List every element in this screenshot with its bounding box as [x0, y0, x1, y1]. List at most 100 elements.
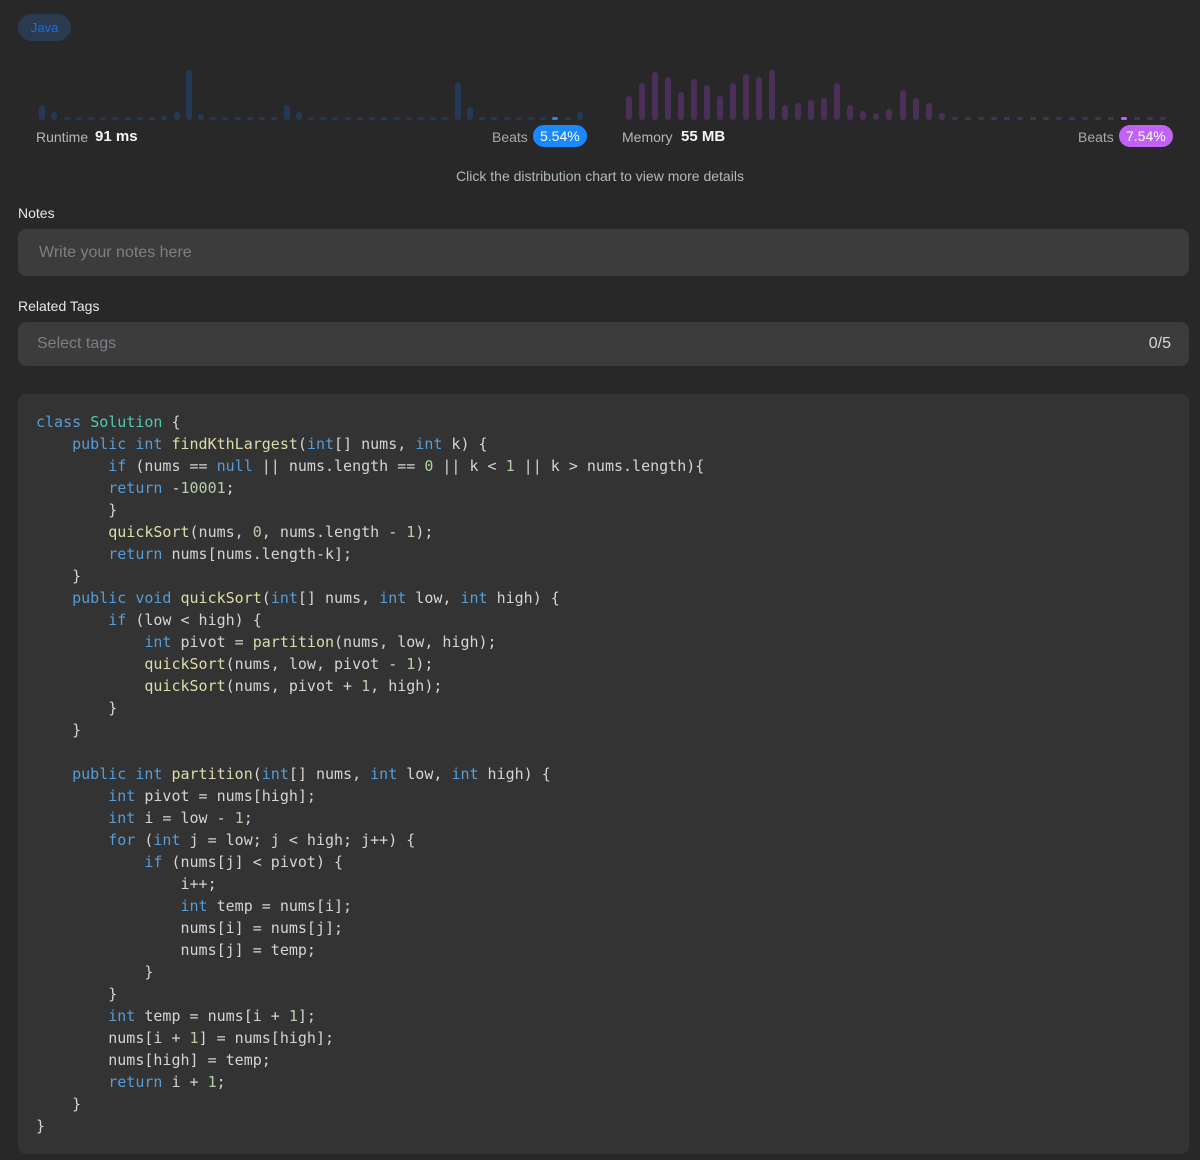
runtime-value: 91 ms: [95, 128, 138, 145]
histogram-bar: [516, 117, 522, 120]
language-badge[interactable]: Java: [18, 14, 71, 41]
histogram-bar: [1004, 117, 1010, 120]
histogram-bar: [577, 112, 583, 120]
histogram-bar: [665, 77, 671, 120]
histogram-bar: [528, 117, 534, 120]
histogram-bar: [112, 117, 118, 120]
histogram-bar: [991, 117, 997, 120]
runtime-distribution-chart[interactable]: [36, 60, 586, 120]
histogram-bar: [1108, 117, 1114, 120]
histogram-bar: [691, 79, 697, 120]
histogram-bar: [952, 117, 958, 120]
histogram-bar: [479, 117, 485, 120]
histogram-bar: [834, 83, 840, 120]
histogram-bar: [821, 98, 827, 120]
tags-count: 0/5: [1148, 335, 1171, 352]
histogram-bar: [730, 83, 736, 120]
histogram-bar: [222, 117, 228, 120]
histogram-bar: [418, 117, 424, 120]
histogram-bar: [369, 117, 375, 120]
histogram-bar: [210, 117, 216, 120]
histogram-bar: [886, 109, 892, 120]
histogram-bar: [965, 117, 971, 120]
histogram-bar: [1095, 117, 1101, 120]
histogram-bar: [1134, 117, 1140, 120]
histogram-bar: [1069, 117, 1075, 120]
histogram-bar: [769, 70, 775, 120]
histogram-bar: [100, 117, 106, 120]
histogram-bar: [345, 117, 351, 120]
histogram-bar: [626, 96, 632, 120]
histogram-bar: [717, 96, 723, 120]
histogram-bar: [271, 117, 277, 120]
histogram-bar: [247, 117, 253, 120]
code-viewer[interactable]: class Solution { public int findKthLarge…: [18, 394, 1189, 1154]
histogram-bar: [198, 114, 204, 120]
histogram-bar: [186, 70, 192, 120]
histogram-bar: [552, 117, 558, 120]
histogram-bar: [467, 107, 473, 120]
histogram-bar: [504, 117, 510, 120]
histogram-bar: [442, 117, 448, 120]
histogram-bar: [149, 117, 155, 120]
histogram-bar: [782, 105, 788, 120]
histogram-bar: [1056, 117, 1062, 120]
histogram-bar: [259, 117, 265, 120]
histogram-bar: [808, 100, 814, 120]
histogram-bar: [900, 90, 906, 120]
memory-beats-label: Beats: [1078, 129, 1114, 145]
histogram-bar: [704, 85, 710, 120]
histogram-bar: [455, 82, 461, 120]
memory-label: Memory: [622, 129, 673, 145]
histogram-bar: [88, 117, 94, 120]
histogram-bar: [565, 117, 571, 120]
histogram-bar: [756, 77, 762, 120]
histogram-bar: [1043, 117, 1049, 120]
histogram-bar: [939, 113, 945, 120]
runtime-beats-badge: 5.54%: [533, 125, 587, 147]
histogram-bar: [357, 117, 363, 120]
histogram-bar: [64, 117, 70, 120]
histogram-bar: [284, 105, 290, 120]
histogram-bar: [125, 117, 131, 120]
runtime-label: Runtime: [36, 129, 89, 145]
histogram-bar: [235, 117, 241, 120]
histogram-bar: [639, 83, 645, 120]
histogram-bar: [308, 117, 314, 120]
histogram-bar: [1017, 117, 1023, 120]
histogram-bar: [652, 72, 658, 120]
histogram-bar: [978, 117, 984, 120]
notes-label: Notes: [18, 205, 55, 221]
histogram-bar: [51, 112, 57, 120]
histogram-bar: [926, 103, 932, 120]
histogram-bar: [743, 74, 749, 120]
histogram-bar: [76, 117, 82, 120]
notes-field[interactable]: [18, 229, 1189, 276]
histogram-bar: [1160, 117, 1166, 120]
histogram-bar: [394, 117, 400, 120]
histogram-bar: [406, 117, 412, 120]
notes-input[interactable]: [37, 242, 1189, 263]
code-block: class Solution { public int findKthLarge…: [36, 413, 705, 1135]
histogram-bar: [137, 117, 143, 120]
histogram-bar: [1030, 117, 1036, 120]
memory-value: 55 MB: [681, 128, 726, 145]
histogram-bar: [1121, 117, 1127, 120]
histogram-bar: [320, 117, 326, 120]
histogram-bar: [161, 116, 167, 120]
memory-distribution-chart[interactable]: [622, 60, 1170, 120]
histogram-bar: [381, 117, 387, 120]
histogram-bar: [540, 117, 546, 120]
histogram-bar: [332, 117, 338, 120]
histogram-bar: [860, 111, 866, 120]
histogram-bar: [296, 112, 302, 120]
histogram-bar: [174, 112, 180, 120]
histogram-bar: [873, 113, 879, 120]
distribution-hint: Click the distribution chart to view mor…: [456, 168, 744, 184]
runtime-beats-label: Beats: [492, 129, 528, 145]
tags-select[interactable]: Select tags 0/5: [18, 322, 1189, 366]
histogram-bar: [430, 117, 436, 120]
tags-placeholder: Select tags: [37, 335, 117, 352]
histogram-bar: [491, 117, 497, 120]
histogram-bar: [1147, 117, 1153, 120]
